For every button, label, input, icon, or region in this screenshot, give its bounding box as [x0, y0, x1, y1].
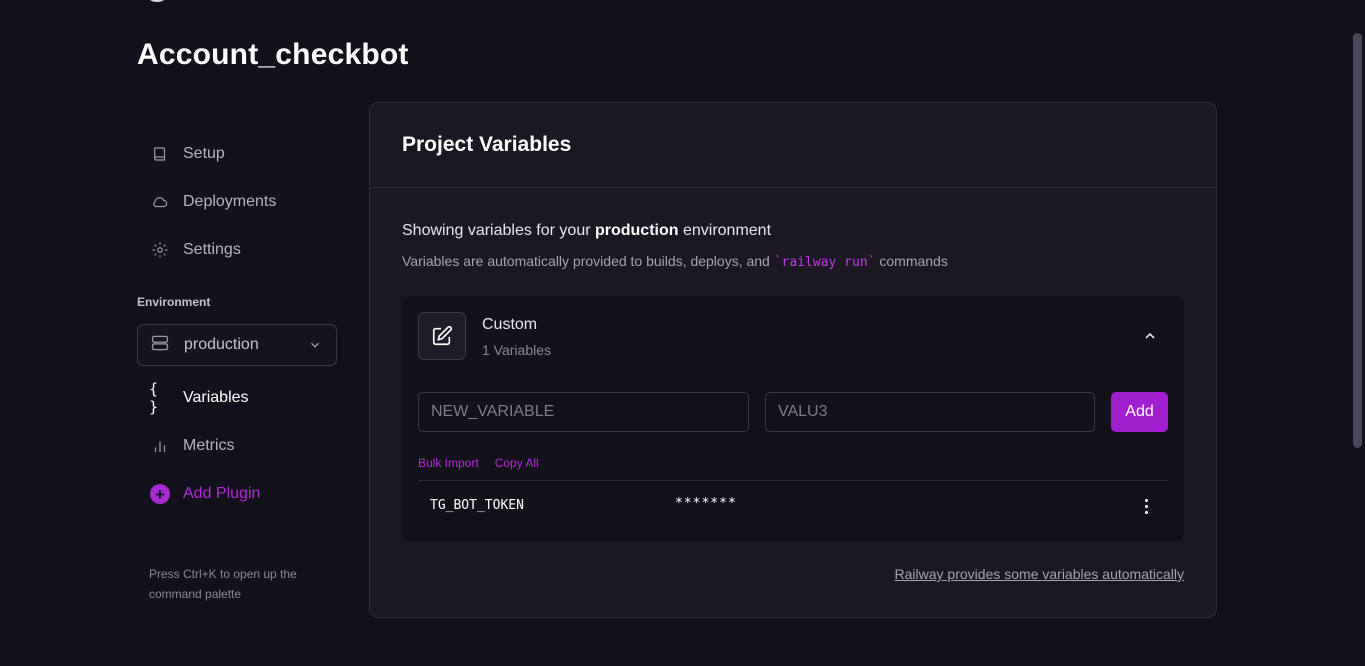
group-count: 1 Variables — [482, 342, 552, 358]
plus-circle-icon: + — [149, 483, 171, 505]
add-plugin-button[interactable]: + Add Plugin — [137, 470, 337, 518]
table-row[interactable]: TG_BOT_TOKEN ******* — [418, 492, 1168, 522]
add-variable-button[interactable]: Add — [1111, 392, 1168, 432]
variables-subtext: Variables are automatically provided to … — [402, 253, 948, 270]
bulk-import-link[interactable]: Bulk Import — [418, 456, 479, 470]
bar-chart-icon — [149, 435, 171, 457]
environment-value: production — [184, 336, 259, 353]
sidebar-item-setup[interactable]: Setup — [137, 130, 337, 178]
sidebar-item-deployments[interactable]: Deployments — [137, 178, 337, 226]
card-header: Project Variables — [370, 103, 1216, 188]
cloud-icon — [149, 191, 171, 213]
custom-variable-group: Custom 1 Variables Add Bulk Import Copy … — [402, 296, 1184, 542]
scrollbar[interactable] — [1350, 0, 1365, 666]
environment-name: production — [594, 222, 679, 239]
variable-key: TG_BOT_TOKEN — [430, 498, 524, 513]
copy-all-link[interactable]: Copy All — [495, 456, 539, 470]
variable-actions: Bulk Import Copy All — [418, 456, 539, 470]
add-plugin-label: Add Plugin — [183, 485, 261, 502]
command-palette-hint: Press Ctrl+K to open up the command pale… — [149, 567, 297, 601]
gear-icon — [149, 239, 171, 261]
environment-description: Showing variables for your production en… — [402, 222, 772, 239]
sidebar-nav-secondary: { } Variables Metrics + Add Plugin — [137, 374, 337, 518]
variable-value[interactable]: ******* — [675, 496, 737, 511]
sidebar-nav: Setup Deployments Settings — [137, 130, 337, 274]
sidebar-item-settings[interactable]: Settings — [137, 226, 337, 274]
chevron-down-icon — [308, 338, 322, 352]
new-variable-name-input[interactable] — [418, 392, 749, 432]
environment-label: Environment — [137, 295, 211, 309]
railway-run-code: `railway run` — [773, 255, 876, 270]
book-icon — [149, 143, 171, 165]
sidebar-item-label: Setup — [183, 145, 225, 162]
new-variable-value-input[interactable] — [765, 392, 1095, 432]
server-icon — [150, 333, 170, 358]
card-title: Project Variables — [402, 133, 572, 156]
edit-icon — [418, 312, 466, 360]
braces-icon: { } — [149, 380, 159, 416]
logo-icon[interactable] — [147, 0, 167, 2]
page: Account_checkbot Setup Deployments Setti… — [0, 0, 1365, 666]
sidebar-item-label: Settings — [183, 241, 241, 258]
project-variables-card: Project Variables Showing variables for … — [369, 102, 1217, 618]
divider — [418, 480, 1168, 481]
sidebar-item-label: Deployments — [183, 193, 277, 210]
environment-select[interactable]: production — [137, 324, 337, 366]
chevron-up-icon[interactable] — [1138, 324, 1162, 348]
scrollbar-thumb[interactable] — [1353, 33, 1362, 448]
group-name: Custom — [482, 316, 538, 333]
sidebar-item-label: Metrics — [183, 437, 235, 454]
sidebar-item-label: Variables — [183, 389, 249, 406]
auto-variables-link[interactable]: Railway provides some variables automati… — [895, 566, 1184, 582]
project-title: Account_checkbot — [137, 38, 409, 71]
sidebar-item-variables[interactable]: { } Variables — [137, 374, 337, 422]
more-options-icon[interactable] — [1136, 494, 1156, 518]
sidebar-item-metrics[interactable]: Metrics — [137, 422, 337, 470]
